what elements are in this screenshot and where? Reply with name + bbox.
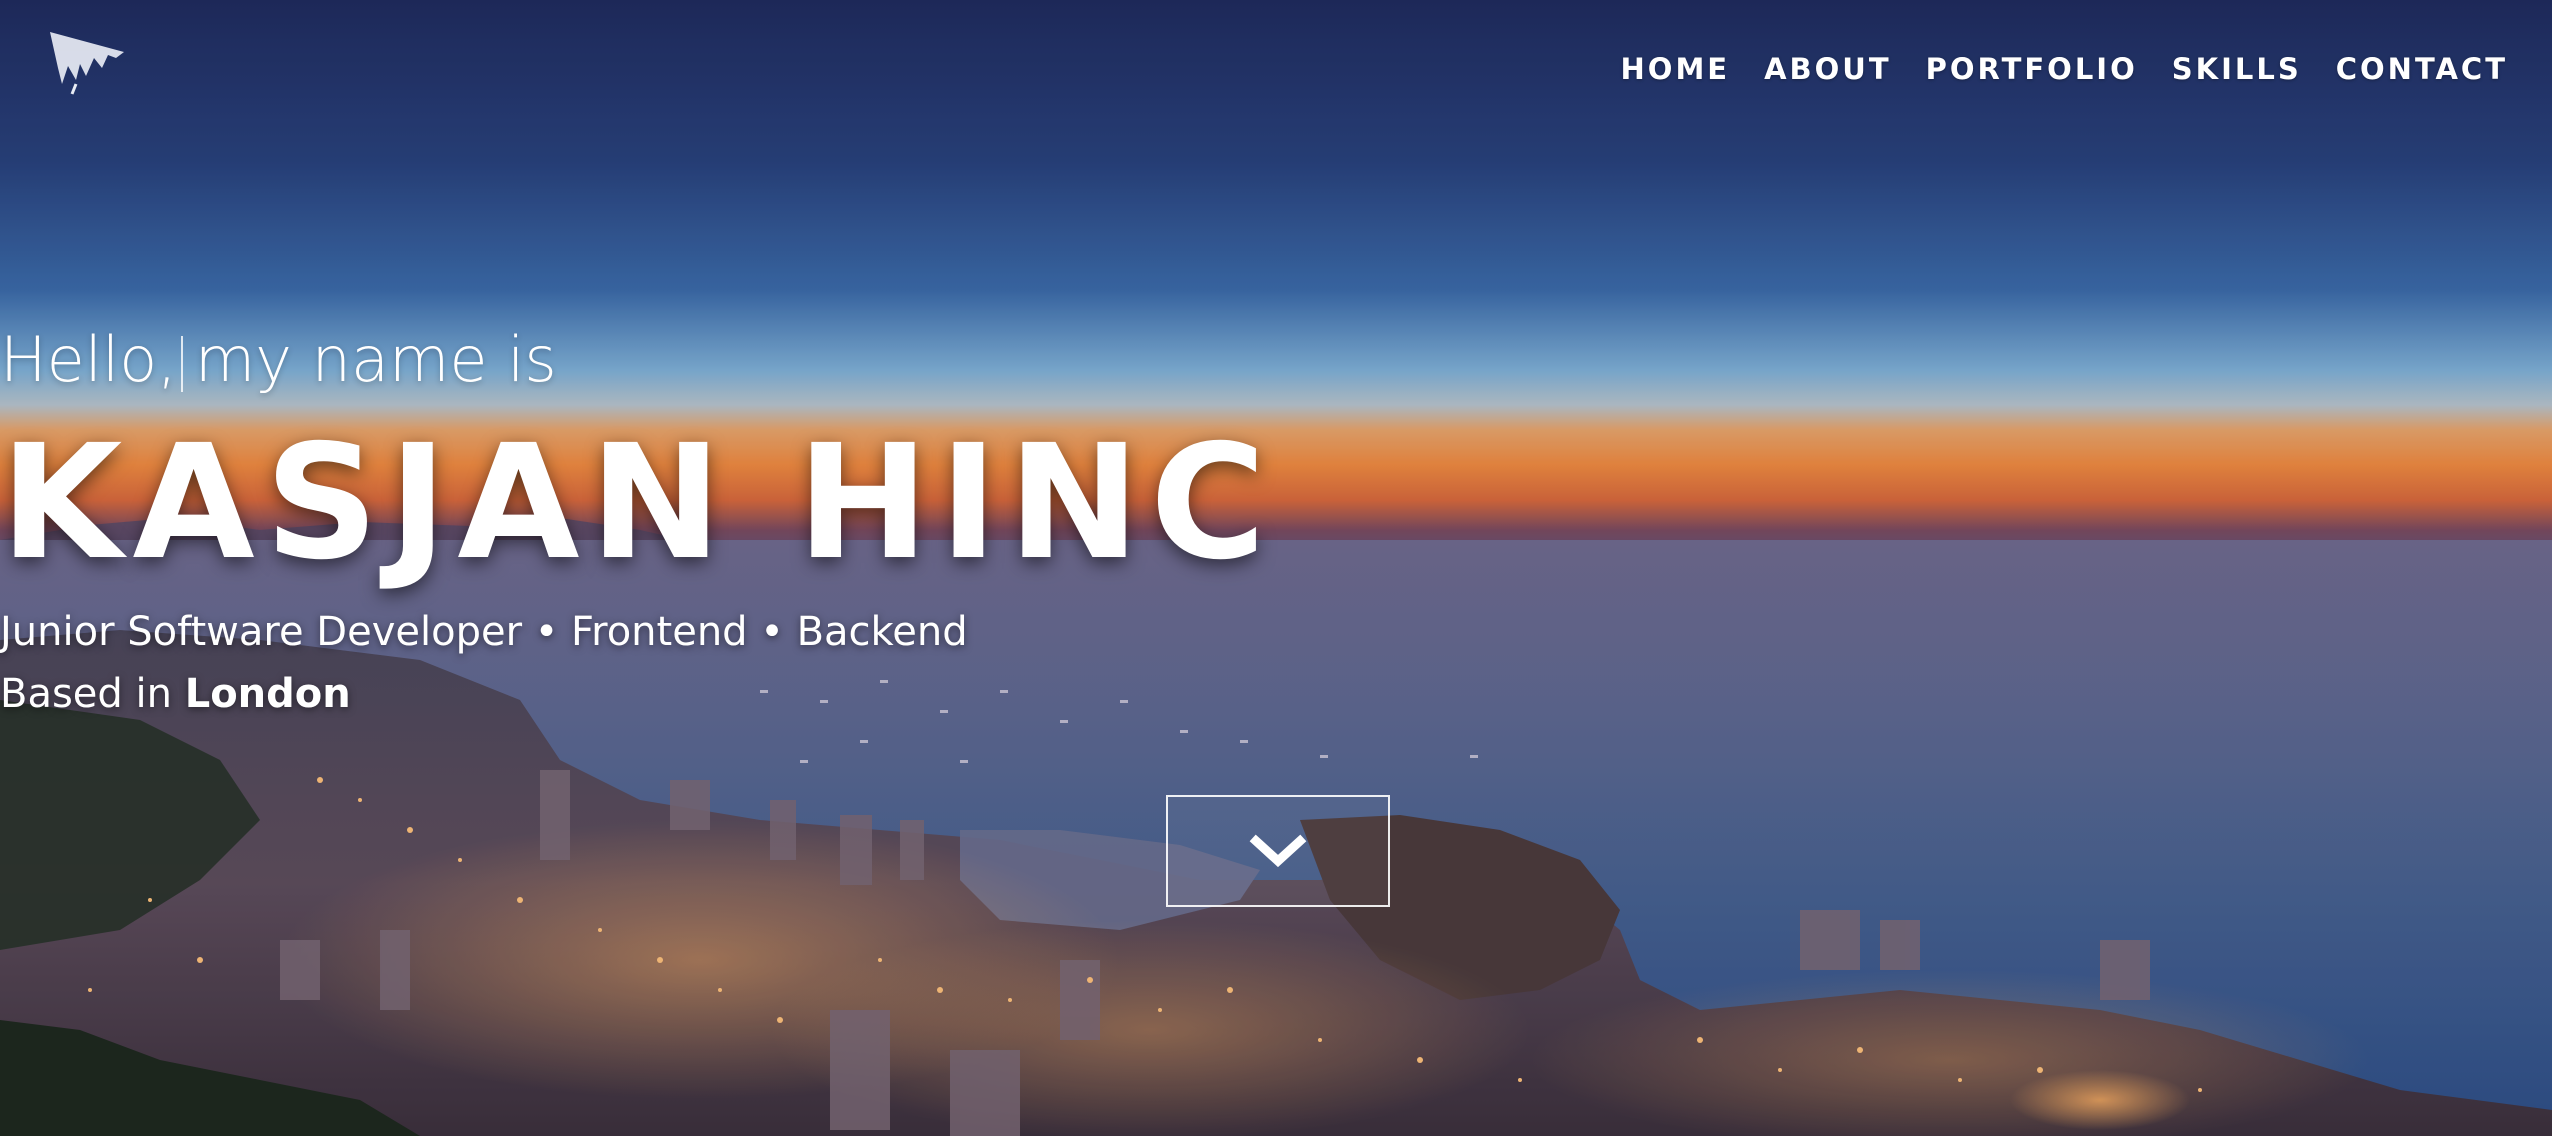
main-nav: HOME ABOUT PORTFOLIO SKILLS CONTACT: [1621, 52, 2508, 86]
nav-item-home[interactable]: HOME: [1621, 52, 1731, 86]
hero-location: Based in London: [0, 668, 2552, 720]
brand-logo-icon[interactable]: [46, 28, 128, 98]
hero-role: Junior Software Developer • Frontend • B…: [0, 609, 968, 655]
hero-name: KASJAN HINC: [0, 411, 1277, 595]
typing-caret: [180, 336, 183, 392]
hero-greeting: Hello, my name is: [0, 322, 2552, 398]
greeting-part-1: Hello,: [0, 323, 177, 396]
nav-item-contact[interactable]: CONTACT: [2336, 52, 2508, 86]
chevron-down-icon: [1249, 834, 1307, 868]
hero-section: HOME ABOUT PORTFOLIO SKILLS CONTACT Hell…: [0, 0, 2552, 1136]
location-city: London: [184, 671, 351, 717]
location-prefix: Based in: [0, 671, 172, 717]
greeting-part-2: my name is: [194, 323, 557, 396]
nav-item-skills[interactable]: SKILLS: [2172, 52, 2302, 86]
nav-item-about[interactable]: ABOUT: [1764, 52, 1892, 86]
scroll-down-button[interactable]: [1166, 795, 1390, 907]
nav-item-portfolio[interactable]: PORTFOLIO: [1926, 52, 2138, 86]
